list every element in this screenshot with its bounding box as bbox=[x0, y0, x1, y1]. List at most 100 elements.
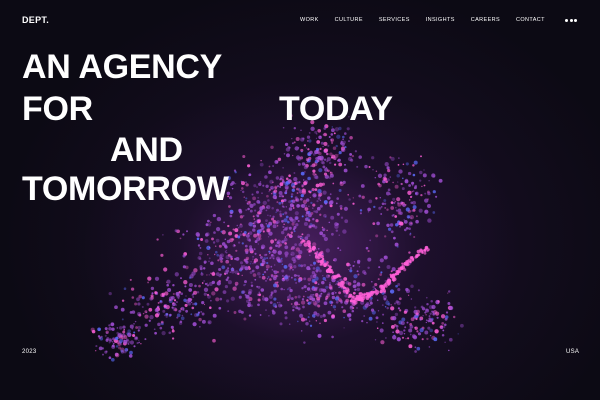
particle bbox=[279, 182, 284, 187]
particle bbox=[367, 207, 371, 212]
particle bbox=[301, 162, 306, 166]
particle bbox=[258, 291, 261, 294]
particle bbox=[196, 290, 200, 294]
particle bbox=[319, 155, 324, 160]
particle bbox=[188, 282, 193, 288]
particle bbox=[404, 326, 407, 329]
particle bbox=[378, 266, 381, 269]
particle bbox=[209, 221, 212, 224]
particle bbox=[247, 164, 251, 168]
particle bbox=[203, 287, 209, 292]
nav-link-careers[interactable]: CAREERS bbox=[471, 17, 500, 23]
particle bbox=[393, 236, 396, 240]
particle bbox=[252, 228, 256, 232]
nav-link-insights[interactable]: INSIGHTS bbox=[426, 17, 455, 23]
particle bbox=[184, 303, 188, 307]
particle bbox=[353, 274, 358, 279]
particle bbox=[260, 159, 262, 162]
particle bbox=[171, 337, 175, 340]
particle bbox=[363, 292, 366, 295]
particle bbox=[411, 334, 416, 339]
particle bbox=[231, 269, 235, 274]
particle bbox=[242, 290, 246, 294]
particle bbox=[279, 210, 282, 213]
particle bbox=[383, 177, 387, 181]
particle bbox=[331, 128, 335, 133]
particle bbox=[292, 245, 296, 250]
particle bbox=[245, 208, 248, 212]
particle bbox=[296, 192, 299, 194]
particle bbox=[206, 274, 208, 276]
particle bbox=[315, 219, 319, 223]
particle bbox=[329, 193, 332, 196]
particle bbox=[211, 237, 214, 241]
nav-link-work[interactable]: WORK bbox=[300, 17, 319, 23]
particle bbox=[342, 138, 345, 141]
particle bbox=[411, 181, 415, 185]
particle bbox=[226, 191, 231, 196]
particle bbox=[358, 194, 362, 198]
particle bbox=[282, 167, 284, 169]
particle bbox=[144, 338, 147, 341]
particle bbox=[367, 266, 370, 270]
particle bbox=[194, 302, 198, 306]
particle bbox=[312, 169, 316, 173]
particle bbox=[222, 290, 227, 294]
particle bbox=[273, 249, 275, 251]
particle bbox=[310, 126, 315, 131]
particle bbox=[380, 271, 383, 274]
particle bbox=[333, 163, 337, 166]
particle bbox=[292, 207, 295, 209]
particle bbox=[170, 325, 174, 329]
particle bbox=[284, 142, 289, 147]
particle bbox=[133, 345, 136, 348]
particle bbox=[398, 221, 403, 226]
particle bbox=[258, 237, 262, 240]
particle bbox=[305, 213, 308, 217]
particle bbox=[225, 251, 228, 254]
particle bbox=[278, 303, 282, 308]
particle bbox=[266, 268, 269, 271]
particle bbox=[390, 306, 395, 311]
particle bbox=[268, 294, 273, 299]
particle bbox=[271, 207, 274, 210]
particle bbox=[215, 272, 220, 276]
particle bbox=[265, 219, 268, 222]
particle bbox=[275, 244, 278, 247]
particle bbox=[280, 177, 283, 180]
nav-link-culture[interactable]: CULTURE bbox=[335, 17, 363, 23]
particle bbox=[251, 269, 255, 273]
particle bbox=[276, 201, 279, 204]
particle bbox=[301, 298, 305, 301]
particle bbox=[232, 286, 237, 291]
particle bbox=[181, 314, 184, 317]
nav-link-services[interactable]: SERVICES bbox=[379, 17, 410, 23]
particle bbox=[329, 171, 333, 175]
more-dots-icon[interactable] bbox=[565, 17, 577, 23]
particle bbox=[245, 251, 249, 255]
particle bbox=[249, 209, 253, 213]
particle bbox=[115, 336, 119, 341]
particle bbox=[238, 227, 240, 229]
particle bbox=[228, 205, 231, 208]
particle bbox=[298, 264, 301, 267]
particle bbox=[248, 314, 252, 317]
particle bbox=[315, 115, 319, 119]
particle bbox=[403, 219, 405, 221]
nav-link-contact[interactable]: CONTACT bbox=[516, 17, 545, 23]
logo[interactable]: DEPT. bbox=[22, 15, 49, 25]
particle bbox=[415, 317, 418, 321]
particle bbox=[266, 277, 269, 280]
particle bbox=[423, 249, 427, 253]
particle bbox=[374, 283, 378, 287]
particle bbox=[452, 315, 456, 319]
particle bbox=[291, 137, 293, 140]
particle bbox=[226, 260, 228, 262]
particle bbox=[393, 334, 395, 336]
particle bbox=[358, 292, 361, 295]
particle bbox=[357, 273, 360, 276]
particle bbox=[311, 278, 316, 283]
particle bbox=[234, 183, 237, 185]
particle bbox=[215, 226, 221, 232]
particle bbox=[219, 253, 224, 258]
